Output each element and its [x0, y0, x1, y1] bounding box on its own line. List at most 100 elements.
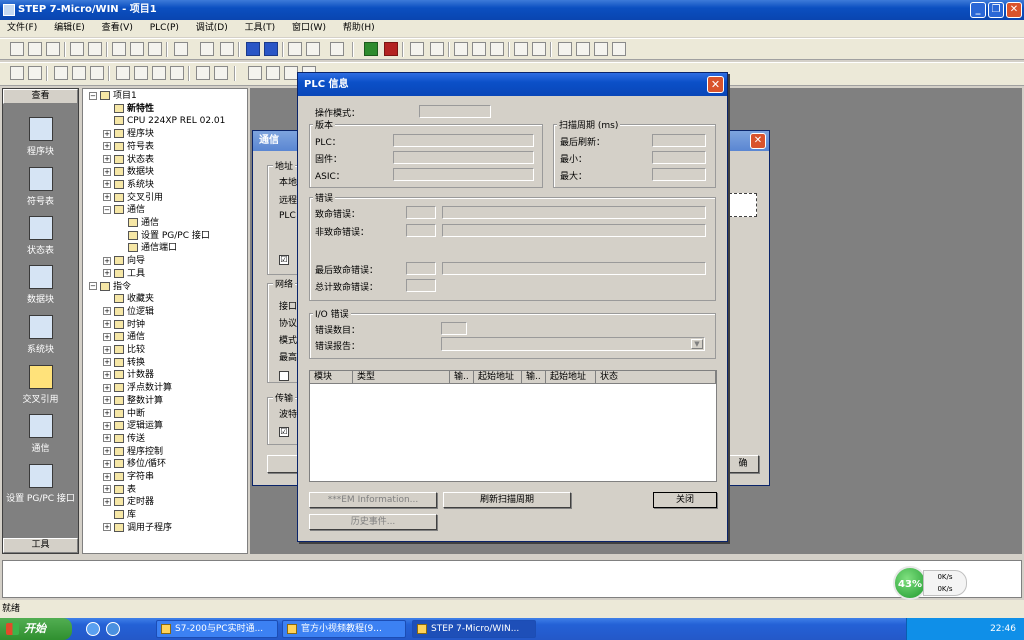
refresh-scan-cycle-button[interactable]: 刷新扫描周期 — [443, 492, 571, 508]
menu-file[interactable]: 文件(F) — [0, 20, 44, 37]
stop-icon[interactable] — [384, 42, 398, 56]
maximize-button[interactable]: ❐ — [988, 2, 1004, 18]
tree-node[interactable]: 库 — [103, 509, 136, 522]
tree-node[interactable]: + 定时器 — [103, 496, 154, 509]
line-up-icon[interactable] — [266, 66, 280, 80]
lock-icon[interactable] — [558, 42, 572, 56]
nav-data-block[interactable]: 数据块 — [3, 265, 78, 305]
copy-icon[interactable] — [130, 42, 144, 56]
expand-icon[interactable]: + — [103, 523, 111, 532]
tree-node[interactable]: + 通信 — [103, 331, 145, 344]
tree-node[interactable]: 通信端口 — [117, 242, 177, 255]
print-icon[interactable] — [70, 42, 84, 56]
tree-node[interactable]: + 向导 — [103, 255, 145, 268]
tree-node[interactable]: 通信 — [117, 217, 159, 230]
expand-icon[interactable]: + — [103, 434, 111, 443]
column-type[interactable]: 类型 — [353, 371, 450, 384]
tree-node[interactable]: + 符号表 — [103, 141, 154, 154]
menu-window[interactable]: 窗口(W) — [285, 20, 333, 37]
nav-system-block[interactable]: 系统块 — [3, 315, 78, 355]
io-error-report-dropdown[interactable]: ▼ — [441, 337, 705, 351]
expand-icon[interactable]: + — [103, 459, 111, 468]
download-icon[interactable] — [264, 42, 278, 56]
start-button[interactable]: 开始 — [0, 618, 72, 640]
nav-set-pgpc-interface[interactable]: 设置 PG/PC 接口 — [3, 464, 78, 504]
view-fbd-icon[interactable] — [490, 42, 504, 56]
expand-icon[interactable]: + — [103, 180, 111, 189]
collapse-icon[interactable]: − — [89, 91, 97, 100]
create-symbols-icon[interactable] — [214, 66, 228, 80]
nav-status-chart[interactable]: 状态表 — [3, 216, 78, 256]
tree-node[interactable]: + 比较 — [103, 344, 145, 357]
collapse-icon[interactable]: − — [103, 205, 111, 214]
comm-checkbox-1[interactable]: ☑ — [279, 255, 289, 265]
apply-symbols-icon[interactable] — [196, 66, 210, 80]
tree-node[interactable]: 设置 PG/PC 接口 — [117, 230, 210, 243]
paste-icon[interactable] — [148, 42, 162, 56]
bookmark-next-icon[interactable] — [134, 66, 148, 80]
status-chart-icon[interactable] — [430, 42, 444, 56]
expand-icon[interactable]: + — [103, 129, 111, 138]
nav-communications[interactable]: 通信 — [3, 414, 78, 454]
expand-icon[interactable]: + — [103, 345, 111, 354]
expand-icon[interactable]: + — [103, 307, 111, 316]
expand-icon[interactable]: + — [103, 421, 111, 430]
tree-node[interactable]: − 指令 — [89, 281, 131, 294]
force-icon[interactable] — [532, 42, 546, 56]
chevron-down-icon[interactable]: ▼ — [691, 339, 703, 349]
tree-node[interactable]: + 传送 — [103, 433, 145, 446]
print-preview-icon[interactable] — [88, 42, 102, 56]
line-down-icon[interactable] — [248, 66, 262, 80]
expand-icon[interactable]: + — [103, 269, 111, 278]
cut-icon[interactable] — [112, 42, 126, 56]
new-icon[interactable] — [10, 42, 24, 56]
expand-icon[interactable]: + — [103, 167, 111, 176]
comm-checkbox-3[interactable]: ☑ — [279, 427, 289, 437]
close-button[interactable]: ✕ — [1006, 2, 1022, 18]
delete-network-icon[interactable] — [28, 66, 42, 80]
sort-desc-icon[interactable] — [306, 42, 320, 56]
task-step7[interactable]: STEP 7-Micro/WIN... — [412, 620, 536, 638]
task-video-tutorial[interactable]: 官方小视频教程(9... — [282, 620, 406, 638]
compile-icon[interactable] — [200, 42, 214, 56]
minimize-button[interactable]: _ — [970, 2, 986, 18]
tree-node[interactable]: + 整数计算 — [103, 395, 163, 408]
menu-edit[interactable]: 编辑(E) — [47, 20, 92, 37]
tree-node[interactable]: + 字符串 — [103, 471, 154, 484]
line-left-icon[interactable] — [284, 66, 298, 80]
network-comment-icon[interactable] — [72, 66, 86, 80]
task-s7-200[interactable]: S7-200与PC实时通... — [156, 620, 278, 638]
tree-node[interactable]: + 程序块 — [103, 128, 154, 141]
insert-network-icon[interactable] — [10, 66, 24, 80]
quicklaunch-icon[interactable] — [106, 622, 120, 636]
collapse-icon[interactable]: − — [89, 282, 97, 290]
navbar-view-header[interactable]: 查看 — [3, 89, 78, 104]
nav-program-block[interactable]: 程序块 — [3, 117, 78, 157]
column-status[interactable]: 状态 — [596, 371, 716, 384]
column-output[interactable]: 输.. — [522, 371, 546, 384]
expand-icon[interactable]: + — [103, 358, 111, 367]
ie-icon[interactable] — [86, 622, 100, 636]
column-output-start[interactable]: 起始地址 — [546, 371, 596, 384]
lock-all-icon[interactable] — [576, 42, 590, 56]
column-input-start[interactable]: 起始地址 — [474, 371, 522, 384]
column-module[interactable]: 模块 — [310, 371, 353, 384]
comm-close-button[interactable]: ✕ — [750, 133, 766, 149]
compile-all-icon[interactable] — [220, 42, 234, 56]
tree-node[interactable]: + 工具 — [103, 268, 145, 281]
tree-node[interactable]: + 系统块 — [103, 179, 154, 192]
bookmark-prev-icon[interactable] — [152, 66, 166, 80]
watch-icon[interactable] — [514, 42, 528, 56]
undo-icon[interactable] — [174, 42, 188, 56]
tree-node[interactable]: + 位逻辑 — [103, 306, 154, 319]
options-icon[interactable] — [330, 42, 344, 56]
tree-node[interactable]: + 状态表 — [103, 154, 154, 167]
expand-icon[interactable]: + — [103, 332, 111, 341]
expand-icon[interactable]: + — [103, 193, 111, 202]
expand-icon[interactable]: + — [103, 447, 111, 456]
bookmark-clear-icon[interactable] — [170, 66, 184, 80]
menu-view[interactable]: 查看(V) — [95, 20, 140, 37]
plc-info-close-icon[interactable]: ✕ — [707, 76, 724, 93]
menu-debug[interactable]: 调试(D) — [189, 20, 235, 37]
close-dialog-button[interactable]: 关闭 — [653, 492, 717, 508]
